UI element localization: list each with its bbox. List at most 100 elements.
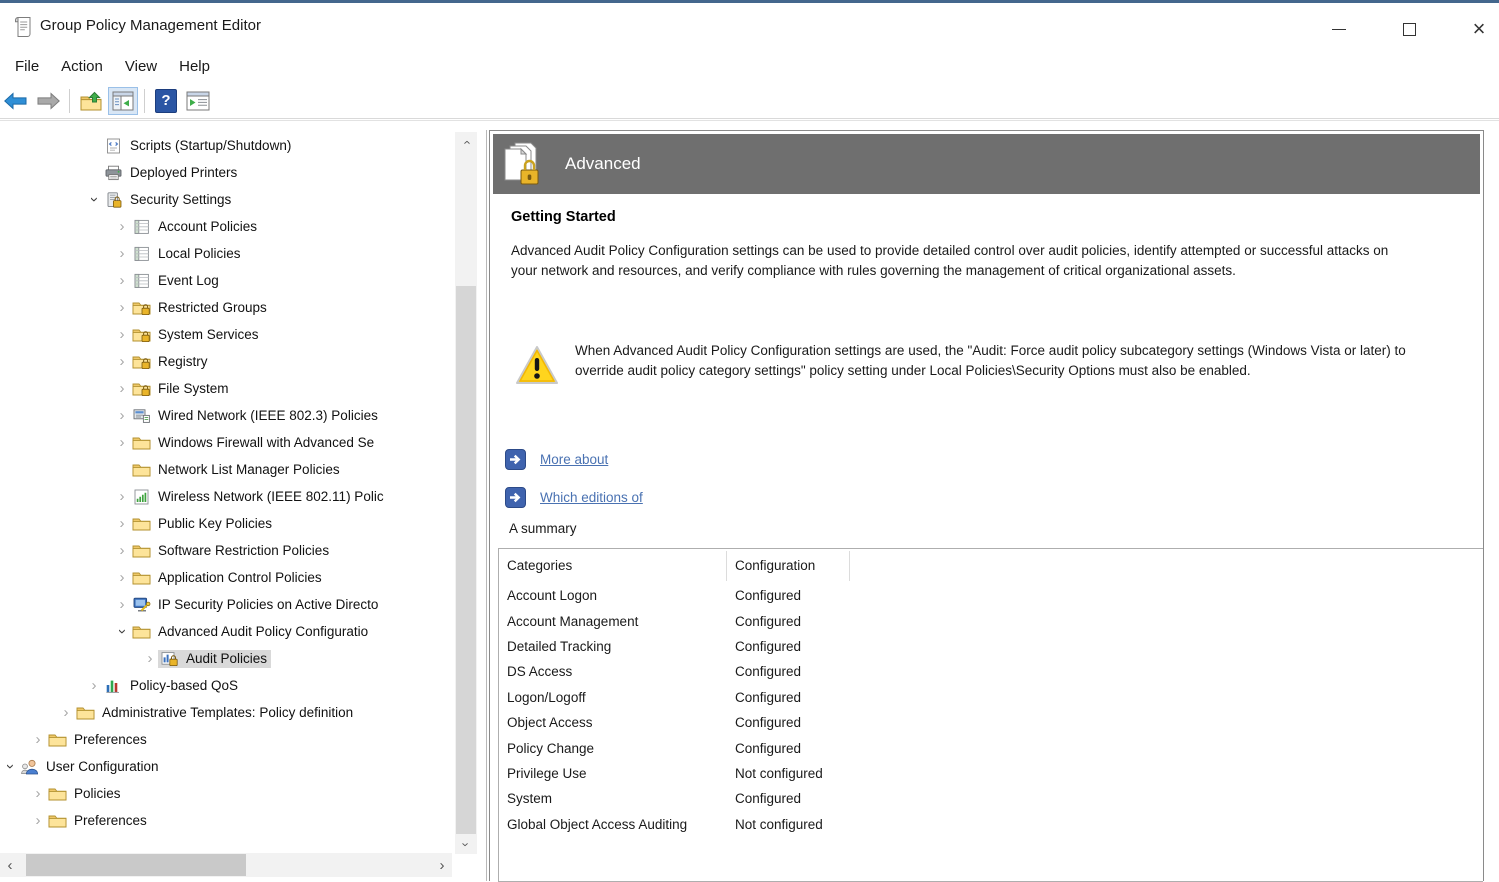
- tree-item-system-services[interactable]: ›System Services: [0, 321, 454, 348]
- summary-row-system[interactable]: SystemConfigured: [499, 786, 1483, 811]
- tree-item-preferences[interactable]: ›Preferences: [0, 726, 454, 753]
- printer-icon: [104, 165, 123, 181]
- tree-item-application-control-policies[interactable]: ›Application Control Policies: [0, 564, 454, 591]
- tree-item-preferences[interactable]: › Preferences: [0, 807, 454, 834]
- scroll-left-arrow-icon[interactable]: ‹: [0, 853, 20, 877]
- tree-item-label: Wireless Network (IEEE 802.11) Polic: [158, 489, 384, 504]
- chevron-right-icon[interactable]: ›: [114, 564, 130, 591]
- tree-item-label: Registry: [158, 354, 208, 369]
- chevron-right-icon[interactable]: ›: [30, 726, 46, 753]
- tree-item-network-list-manager-policies[interactable]: ›Network List Manager Policies: [0, 456, 454, 483]
- category-cell: System: [499, 791, 727, 806]
- chevron-right-icon[interactable]: ›: [114, 591, 130, 618]
- tree-horizontal-scrollbar[interactable]: ‹ ›: [0, 853, 452, 877]
- tree-item-account-policies[interactable]: ›Account Policies: [0, 213, 454, 240]
- chevron-right-icon[interactable]: ›: [114, 213, 130, 240]
- minimize-icon: [1332, 29, 1346, 30]
- help-link-which-editions-of[interactable]: Which editions of: [540, 490, 643, 505]
- tree-item-audit-policies[interactable]: ›Audit Policies: [0, 645, 454, 672]
- tree-item-policy-based-qos[interactable]: ›Policy-based QoS: [0, 672, 454, 699]
- chevron-right-icon[interactable]: ›: [114, 348, 130, 375]
- tree-item-label: Preferences: [74, 813, 147, 828]
- chevron-right-icon[interactable]: ›: [114, 240, 130, 267]
- chevron-right-icon[interactable]: ›: [142, 645, 158, 672]
- tree-item-security-settings[interactable]: ›Security Settings: [0, 186, 454, 213]
- link-arrow-icon: [505, 449, 526, 470]
- chevron-right-icon[interactable]: ›: [114, 510, 130, 537]
- column-header-configuration[interactable]: Configuration: [727, 549, 850, 583]
- vertical-scroll-thumb[interactable]: [456, 286, 476, 834]
- help-button[interactable]: ?: [151, 87, 181, 115]
- folder-icon: [132, 435, 151, 451]
- tree-item-policies[interactable]: ›Policies: [0, 780, 454, 807]
- summary-row-privilege-use[interactable]: Privilege UseNot configured: [499, 761, 1483, 786]
- up-one-level-button[interactable]: [76, 87, 106, 115]
- configuration-cell: Configured: [727, 690, 801, 705]
- tree-item-windows-firewall-with-advanced-se[interactable]: ›Windows Firewall with Advanced Se: [0, 429, 454, 456]
- console-tree-pane: ›Scripts (Startup/Shutdown)›Deployed Pri…: [0, 130, 487, 881]
- show-console-tree-button[interactable]: [108, 87, 138, 115]
- chevron-down-icon[interactable]: ›: [114, 618, 130, 645]
- chevron-right-icon[interactable]: ›: [114, 537, 130, 564]
- column-separator[interactable]: [849, 551, 850, 581]
- summary-row-ds-access[interactable]: DS AccessConfigured: [499, 659, 1483, 684]
- chevron-right-icon[interactable]: ›: [30, 807, 46, 834]
- summary-row-object-access[interactable]: Object AccessConfigured: [499, 710, 1483, 735]
- chevron-right-icon[interactable]: ›: [114, 429, 130, 456]
- maximize-button[interactable]: [1386, 14, 1432, 44]
- horizontal-scroll-thumb[interactable]: [26, 854, 246, 876]
- details-pane: Advanced Getting Started Advanced Audit …: [489, 130, 1484, 881]
- summary-row-account-logon[interactable]: Account LogonConfigured: [499, 583, 1483, 608]
- summary-row-detailed-tracking[interactable]: Detailed TrackingConfigured: [499, 634, 1483, 659]
- tree-vertical-scrollbar[interactable]: › ›: [455, 132, 477, 854]
- tree-item-wireless-network-ieee-802-11-polic[interactable]: › Wireless Network (IEEE 802.11) Polic: [0, 483, 454, 510]
- tree-item-event-log[interactable]: ›Event Log: [0, 267, 454, 294]
- menu-item-action[interactable]: Action: [50, 55, 114, 78]
- scroll-right-arrow-icon[interactable]: ›: [432, 853, 452, 877]
- tree-item-wired-network-ieee-802-3-policies[interactable]: ›Wired Network (IEEE 802.3) Policies: [0, 402, 454, 429]
- chevron-down-icon[interactable]: ›: [2, 753, 18, 780]
- chevron-right-icon[interactable]: ›: [114, 321, 130, 348]
- summary-row-policy-change[interactable]: Policy ChangeConfigured: [499, 735, 1483, 760]
- warning-text: When Advanced Audit Policy Configuration…: [575, 341, 1455, 385]
- chevron-right-icon[interactable]: ›: [114, 483, 130, 510]
- tree-item-restricted-groups[interactable]: ›Restricted Groups: [0, 294, 454, 321]
- chevron-right-icon[interactable]: ›: [30, 780, 46, 807]
- tree-item-scripts-startup-shutdown[interactable]: ›Scripts (Startup/Shutdown): [0, 132, 454, 159]
- forward-button[interactable]: [33, 87, 63, 115]
- tree-item-deployed-printers[interactable]: ›Deployed Printers: [0, 159, 454, 186]
- export-list-button[interactable]: [183, 87, 213, 115]
- tree-item-public-key-policies[interactable]: ›Public Key Policies: [0, 510, 454, 537]
- chevron-right-icon[interactable]: ›: [86, 672, 102, 699]
- summary-row-account-management[interactable]: Account ManagementConfigured: [499, 608, 1483, 633]
- tree-item-local-policies[interactable]: ›Local Policies: [0, 240, 454, 267]
- scroll-up-arrow-icon[interactable]: ›: [455, 132, 477, 152]
- help-link-more-about[interactable]: More about: [540, 452, 608, 467]
- close-button[interactable]: ×: [1456, 14, 1499, 44]
- summary-row-logon-logoff[interactable]: Logon/LogoffConfigured: [499, 685, 1483, 710]
- menu-item-file[interactable]: File: [4, 55, 50, 78]
- summary-row-global-object-access-auditing[interactable]: Global Object Access AuditingNot configu…: [499, 812, 1483, 837]
- tree-item-file-system[interactable]: ›File System: [0, 375, 454, 402]
- folder-icon: [132, 516, 151, 532]
- menu-item-help[interactable]: Help: [168, 55, 221, 78]
- chevron-down-icon[interactable]: ›: [86, 186, 102, 213]
- summary-listview: CategoriesConfiguration Account LogonCon…: [498, 548, 1483, 882]
- chevron-right-icon[interactable]: ›: [58, 699, 74, 726]
- chevron-right-icon[interactable]: ›: [114, 294, 130, 321]
- tree-item-software-restriction-policies[interactable]: ›Software Restriction Policies: [0, 537, 454, 564]
- tree-item-ip-security-policies-on-active-directo[interactable]: ›IP Security Policies on Active Directo: [0, 591, 454, 618]
- toolbar-separator: [69, 89, 70, 113]
- back-button[interactable]: [1, 87, 31, 115]
- tree-item-advanced-audit-policy-configuratio[interactable]: ›Advanced Audit Policy Configuratio: [0, 618, 454, 645]
- scroll-down-arrow-icon[interactable]: ›: [455, 834, 477, 854]
- tree-item-user-configuration[interactable]: ›User Configuration: [0, 753, 454, 780]
- tree-item-administrative-templates-policy-definition[interactable]: ›Administrative Templates: Policy defini…: [0, 699, 454, 726]
- minimize-button[interactable]: [1316, 14, 1362, 44]
- column-header-categories[interactable]: Categories: [499, 549, 727, 583]
- tree-item-registry[interactable]: › Registry: [0, 348, 454, 375]
- menu-item-view[interactable]: View: [114, 55, 168, 78]
- chevron-right-icon[interactable]: ›: [114, 375, 130, 402]
- chevron-right-icon[interactable]: ›: [114, 267, 130, 294]
- chevron-right-icon[interactable]: ›: [114, 402, 130, 429]
